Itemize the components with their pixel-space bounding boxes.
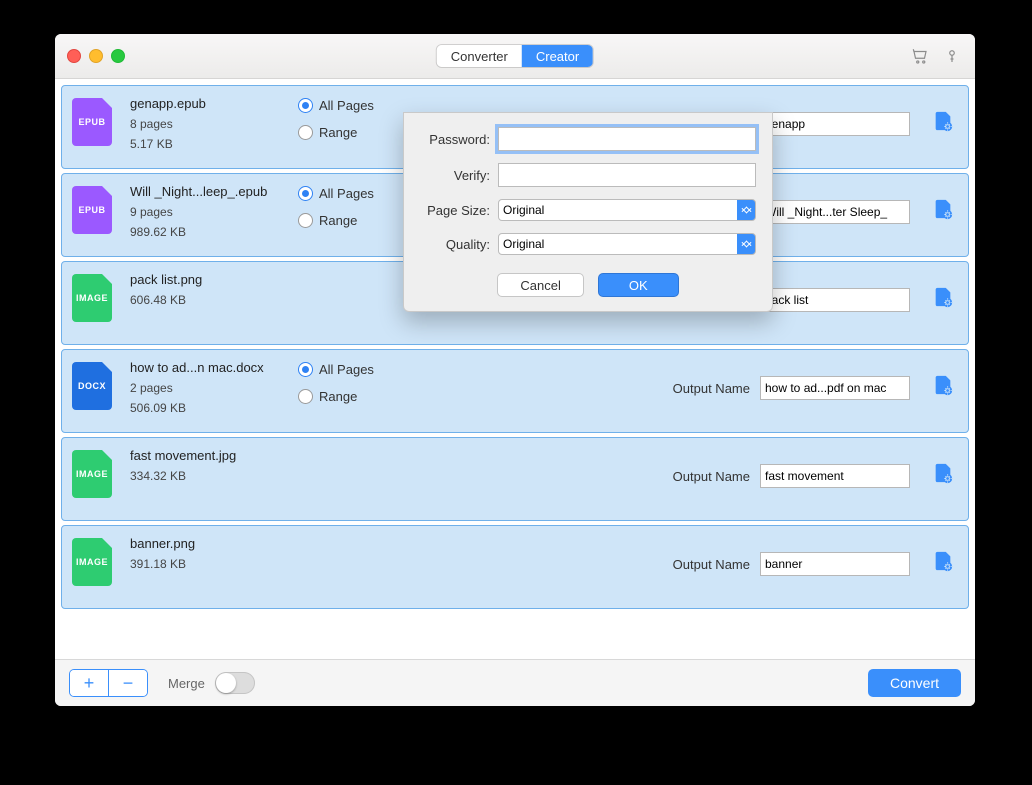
file-pages: 2 pages — [130, 381, 280, 395]
convert-button[interactable]: Convert — [868, 669, 961, 697]
file-row[interactable]: DOCX how to ad...n mac.docx 2 pages 506.… — [61, 349, 969, 433]
file-type-icon: IMAGE — [72, 274, 112, 322]
file-pages: 9 pages — [130, 205, 280, 219]
file-size: 334.32 KB — [130, 469, 280, 483]
cancel-button[interactable]: Cancel — [497, 273, 583, 297]
tab-creator[interactable]: Creator — [522, 45, 593, 67]
output-name-input[interactable] — [760, 112, 910, 136]
page-size-label: Page Size: — [420, 203, 490, 218]
output-name-label: Output Name — [673, 381, 750, 396]
file-settings-icon[interactable] — [932, 198, 954, 220]
page-range-group: All Pages Range — [298, 360, 418, 404]
quality-label: Quality: — [420, 237, 490, 252]
file-name: banner.png — [130, 536, 280, 551]
titlebar: Converter Creator — [55, 34, 975, 79]
file-size: 506.09 KB — [130, 401, 280, 415]
range-radio[interactable]: Range — [298, 389, 418, 404]
quality-select[interactable]: Original — [498, 233, 756, 255]
merge-label: Merge — [168, 676, 205, 691]
output-name-input[interactable] — [760, 288, 910, 312]
file-type-icon: IMAGE — [72, 538, 112, 586]
footer: + − Merge Convert — [55, 659, 975, 706]
file-meta: genapp.epub 8 pages 5.17 KB — [130, 96, 280, 151]
all-pages-label: All Pages — [319, 98, 374, 113]
file-type-icon: IMAGE — [72, 450, 112, 498]
file-type-icon: DOCX — [72, 362, 112, 410]
file-name: fast movement.jpg — [130, 448, 280, 463]
verify-label: Verify: — [420, 168, 490, 183]
page-range-group: All Pages Range — [298, 96, 418, 140]
range-radio[interactable]: Range — [298, 213, 418, 228]
add-file-button[interactable]: + — [70, 670, 108, 696]
range-radio[interactable]: Range — [298, 125, 418, 140]
file-settings-icon[interactable] — [932, 462, 954, 484]
range-label: Range — [319, 125, 357, 140]
traffic-lights — [55, 49, 125, 63]
all-pages-label: All Pages — [319, 362, 374, 377]
output-name-input[interactable] — [760, 552, 910, 576]
maximize-window-button[interactable] — [111, 49, 125, 63]
file-size: 989.62 KB — [130, 225, 280, 239]
file-type-icon: EPUB — [72, 186, 112, 234]
file-size: 391.18 KB — [130, 557, 280, 571]
output-name-input[interactable] — [760, 200, 910, 224]
file-meta: pack list.png 606.48 KB — [130, 272, 280, 307]
file-size: 606.48 KB — [130, 293, 280, 307]
key-icon[interactable] — [943, 47, 961, 65]
all-pages-radio[interactable]: All Pages — [298, 98, 418, 113]
merge-toggle[interactable] — [215, 672, 255, 694]
file-row[interactable]: IMAGE banner.png 391.18 KB Output Name — [61, 525, 969, 609]
ok-button[interactable]: OK — [598, 273, 679, 297]
settings-sheet: Password: Verify: Page Size: Original Qu… — [403, 112, 773, 312]
close-window-button[interactable] — [67, 49, 81, 63]
remove-file-button[interactable]: − — [109, 670, 147, 696]
file-name: genapp.epub — [130, 96, 280, 111]
page-range-group: All Pages Range — [298, 184, 418, 228]
file-meta: how to ad...n mac.docx 2 pages 506.09 KB — [130, 360, 280, 415]
password-label: Password: — [420, 132, 490, 147]
password-input[interactable] — [498, 127, 756, 151]
range-label: Range — [319, 389, 357, 404]
file-settings-icon[interactable] — [932, 374, 954, 396]
file-settings-icon[interactable] — [932, 110, 954, 132]
file-name: Will _Night...leep_.epub — [130, 184, 280, 199]
file-pages: 8 pages — [130, 117, 280, 131]
all-pages-radio[interactable]: All Pages — [298, 362, 418, 377]
file-name: pack list.png — [130, 272, 280, 287]
file-size: 5.17 KB — [130, 137, 280, 151]
cart-icon[interactable] — [911, 47, 929, 65]
minimize-window-button[interactable] — [89, 49, 103, 63]
tab-converter[interactable]: Converter — [437, 45, 522, 67]
file-meta: fast movement.jpg 334.32 KB — [130, 448, 280, 483]
file-meta: Will _Night...leep_.epub 9 pages 989.62 … — [130, 184, 280, 239]
range-label: Range — [319, 213, 357, 228]
output-name-input[interactable] — [760, 464, 910, 488]
file-name: how to ad...n mac.docx — [130, 360, 280, 375]
all-pages-label: All Pages — [319, 186, 374, 201]
output-name-input[interactable] — [760, 376, 910, 400]
verify-input[interactable] — [498, 163, 756, 187]
file-row[interactable]: IMAGE fast movement.jpg 334.32 KB Output… — [61, 437, 969, 521]
output-name-label: Output Name — [673, 469, 750, 484]
output-name-label: Output Name — [673, 557, 750, 572]
file-meta: banner.png 391.18 KB — [130, 536, 280, 571]
add-remove-group: + − — [69, 669, 148, 697]
mode-segmented-control: Converter Creator — [437, 45, 593, 67]
file-type-icon: EPUB — [72, 98, 112, 146]
app-window: Converter Creator EPUB genapp.epub 8 pag… — [55, 34, 975, 706]
file-settings-icon[interactable] — [932, 286, 954, 308]
file-settings-icon[interactable] — [932, 550, 954, 572]
page-size-select[interactable]: Original — [498, 199, 756, 221]
all-pages-radio[interactable]: All Pages — [298, 186, 418, 201]
